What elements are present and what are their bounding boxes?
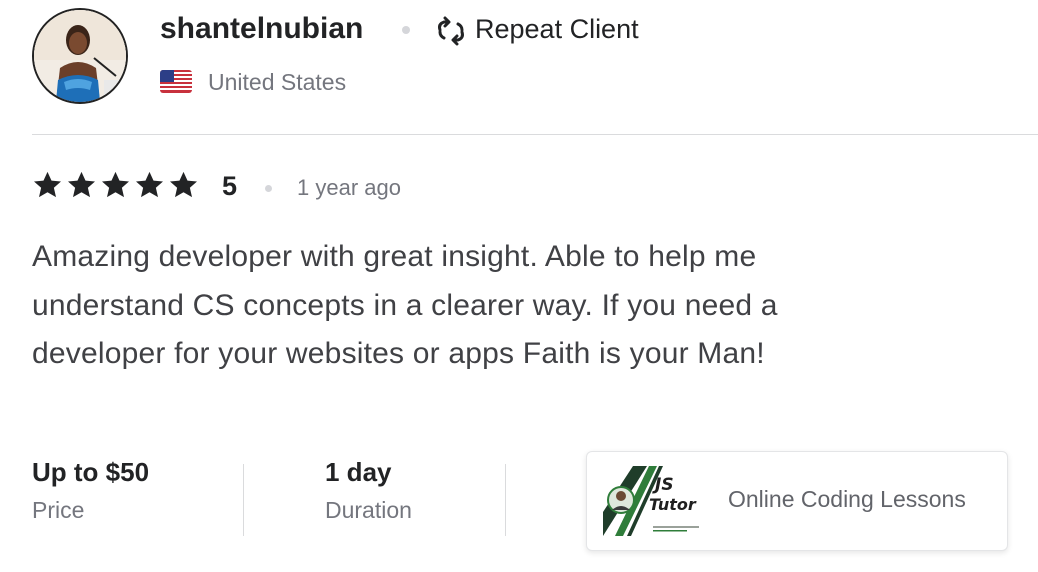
duration-label: Duration [325,497,412,523]
star-rating [32,170,199,200]
reviewer-country: United States [208,69,347,95]
avatar-image [34,10,126,102]
separator-dot [265,185,272,192]
duration-stat: 1 day Duration [325,455,412,524]
duration-value: 1 day [325,457,392,487]
repeat-client-badge: Repeat Client [475,14,639,44]
gig-title[interactable]: Online Coding Lessons [728,486,966,513]
price-stat: Up to $50 Price [32,455,149,524]
rating-value: 5 [222,171,238,201]
gig-card[interactable]: JS Tutor Online Coding Lessons [586,451,1008,551]
star-icon [170,171,197,198]
stat-divider [243,464,244,536]
price-value: Up to $50 [32,457,150,487]
reviewer-username[interactable]: shantelnubian [160,12,363,46]
gig-thumbnail: JS Tutor [603,466,705,536]
star-icon [68,171,95,198]
us-flag-icon [160,70,192,93]
separator-dot [402,26,410,34]
header-divider [32,134,1038,135]
price-label: Price [32,497,85,523]
review-time: 1 year ago [297,175,401,200]
star-icon [136,171,163,198]
review-text: Amazing developer with great insight. Ab… [32,240,778,370]
reviewer-avatar[interactable] [32,8,128,104]
star-icon [102,171,129,198]
thumbnail-title-line1: JS [652,475,674,495]
thumbnail-title-line2: Tutor [649,495,697,514]
repeat-icon [438,16,464,46]
star-icon [34,171,61,198]
stat-divider [505,464,506,536]
